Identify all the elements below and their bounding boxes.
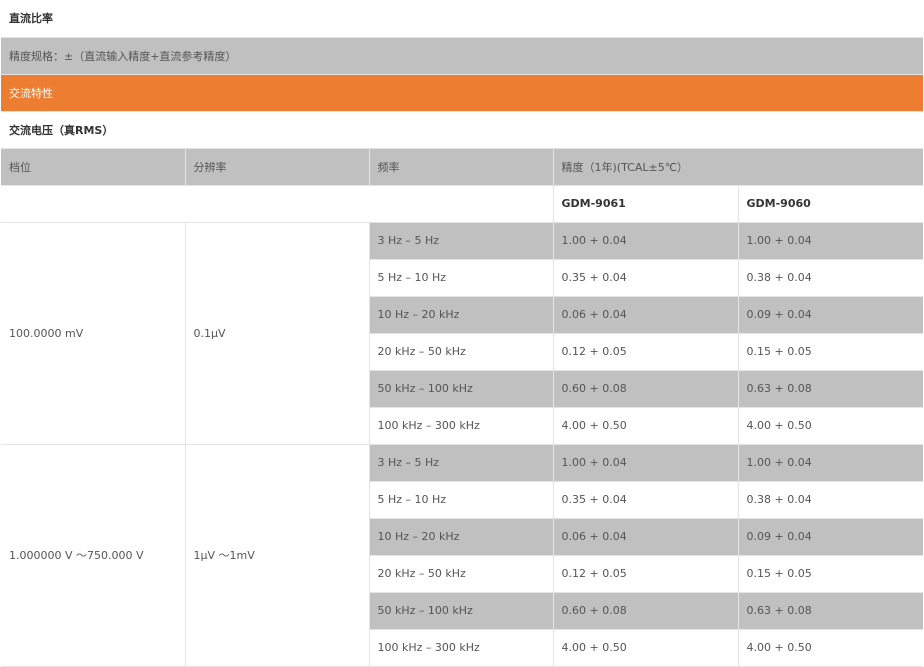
range-cell: 100.0000 mV xyxy=(1,222,186,445)
frequency-cell: 100 kHz – 300 kHz xyxy=(369,407,554,445)
frequency-cell: 5 Hz – 10 Hz xyxy=(369,259,554,297)
frequency-cell: 100 kHz – 300 kHz xyxy=(369,629,554,667)
spec-table-body: 直流比率 精度规格：±（直流输入精度+直流参考精度） 交流特性 交流电压（真RM… xyxy=(1,0,924,667)
frequency-cell: 3 Hz – 5 Hz xyxy=(369,222,554,260)
frequency-cell: 5 Hz – 10 Hz xyxy=(369,481,554,519)
frequency-cell: 20 kHz – 50 kHz xyxy=(369,555,554,593)
accuracy-gdm-9061-cell: 4.00 + 0.50 xyxy=(553,407,739,445)
accuracy-gdm-9061-cell: 0.06 + 0.04 xyxy=(553,296,739,334)
resolution-cell: 0.1μV xyxy=(185,222,370,445)
ac-section-title: 交流特性 xyxy=(1,74,924,112)
accuracy-gdm-9060-cell: 0.63 + 0.08 xyxy=(738,370,924,408)
accuracy-gdm-9060-cell: 0.15 + 0.05 xyxy=(738,333,924,371)
frequency-cell: 3 Hz – 5 Hz xyxy=(369,444,554,482)
accuracy-gdm-9061-cell: 1.00 + 0.04 xyxy=(553,222,739,260)
header-frequency: 频率 xyxy=(369,148,554,186)
model-header-row: GDM-9061 GDM-9060 xyxy=(1,185,924,223)
frequency-cell: 20 kHz – 50 kHz xyxy=(369,333,554,371)
header-resolution: 分辨率 xyxy=(185,148,370,186)
accuracy-gdm-9061-cell: 0.60 + 0.08 xyxy=(553,370,739,408)
dc-ratio-title-row: 直流比率 xyxy=(1,0,924,38)
model-header-spacer xyxy=(1,185,554,223)
header-accuracy: 精度（1年)(TCAL±5℃） xyxy=(553,148,924,186)
accuracy-gdm-9061-cell: 0.60 + 0.08 xyxy=(553,592,739,630)
range-cell: 1.000000 V ～750.000 V xyxy=(1,444,186,667)
accuracy-gdm-9060-cell: 4.00 + 0.50 xyxy=(738,629,924,667)
accuracy-gdm-9061-cell: 0.35 + 0.04 xyxy=(553,481,739,519)
accuracy-gdm-9061-cell: 1.00 + 0.04 xyxy=(553,444,739,482)
accuracy-gdm-9061-cell: 0.12 + 0.05 xyxy=(553,333,739,371)
column-header-row: 档位 分辨率 频率 精度（1年)(TCAL±5℃） xyxy=(1,148,924,186)
accuracy-gdm-9061-cell: 4.00 + 0.50 xyxy=(553,629,739,667)
accuracy-gdm-9060-cell: 0.15 + 0.05 xyxy=(738,555,924,593)
table-row: 100.0000 mV 0.1μV 3 Hz – 5 Hz 1.00 + 0.04 1.… xyxy=(1,222,924,445)
accuracy-gdm-9060-cell: 0.63 + 0.08 xyxy=(738,592,924,630)
accuracy-gdm-9060-cell: 1.00 + 0.04 xyxy=(738,444,924,482)
frequency-cell: 10 Hz – 20 kHz xyxy=(369,518,554,556)
accuracy-gdm-9060-cell: 1.00 + 0.04 xyxy=(738,222,924,260)
dc-ratio-note-row: 精度规格：±（直流输入精度+直流参考精度） xyxy=(1,37,924,75)
model-gdm-9061: GDM-9061 xyxy=(553,185,739,223)
accuracy-gdm-9061-cell: 0.06 + 0.04 xyxy=(553,518,739,556)
frequency-cell: 50 kHz – 100 kHz xyxy=(369,592,554,630)
ac-subtitle-row: 交流电压（真RMS） xyxy=(1,111,924,149)
dc-ratio-title: 直流比率 xyxy=(1,0,924,38)
accuracy-gdm-9060-cell: 0.38 + 0.04 xyxy=(738,481,924,519)
spec-table: 直流比率 精度规格：±（直流输入精度+直流参考精度） 交流特性 交流电压（真RM… xyxy=(1,0,924,667)
accuracy-gdm-9060-cell: 0.09 + 0.04 xyxy=(738,518,924,556)
model-gdm-9060: GDM-9060 xyxy=(738,185,924,223)
accuracy-gdm-9060-cell: 0.38 + 0.04 xyxy=(738,259,924,297)
resolution-cell: 1μV ～1mV xyxy=(185,444,370,667)
ac-section-row: 交流特性 xyxy=(1,74,924,112)
accuracy-gdm-9061-cell: 0.35 + 0.04 xyxy=(553,259,739,297)
accuracy-gdm-9061-cell: 0.12 + 0.05 xyxy=(553,555,739,593)
table-row: 1.000000 V ～750.000 V 1μV ～1mV 3 Hz – 5 Hz… xyxy=(1,444,924,667)
frequency-cell: 50 kHz – 100 kHz xyxy=(369,370,554,408)
accuracy-gdm-9060-cell: 4.00 + 0.50 xyxy=(738,407,924,445)
dc-ratio-note: 精度规格：±（直流输入精度+直流参考精度） xyxy=(1,37,924,75)
frequency-cell: 10 Hz – 20 kHz xyxy=(369,296,554,334)
ac-voltage-subtitle: 交流电压（真RMS） xyxy=(1,111,924,149)
header-range: 档位 xyxy=(1,148,186,186)
accuracy-gdm-9060-cell: 0.09 + 0.04 xyxy=(738,296,924,334)
